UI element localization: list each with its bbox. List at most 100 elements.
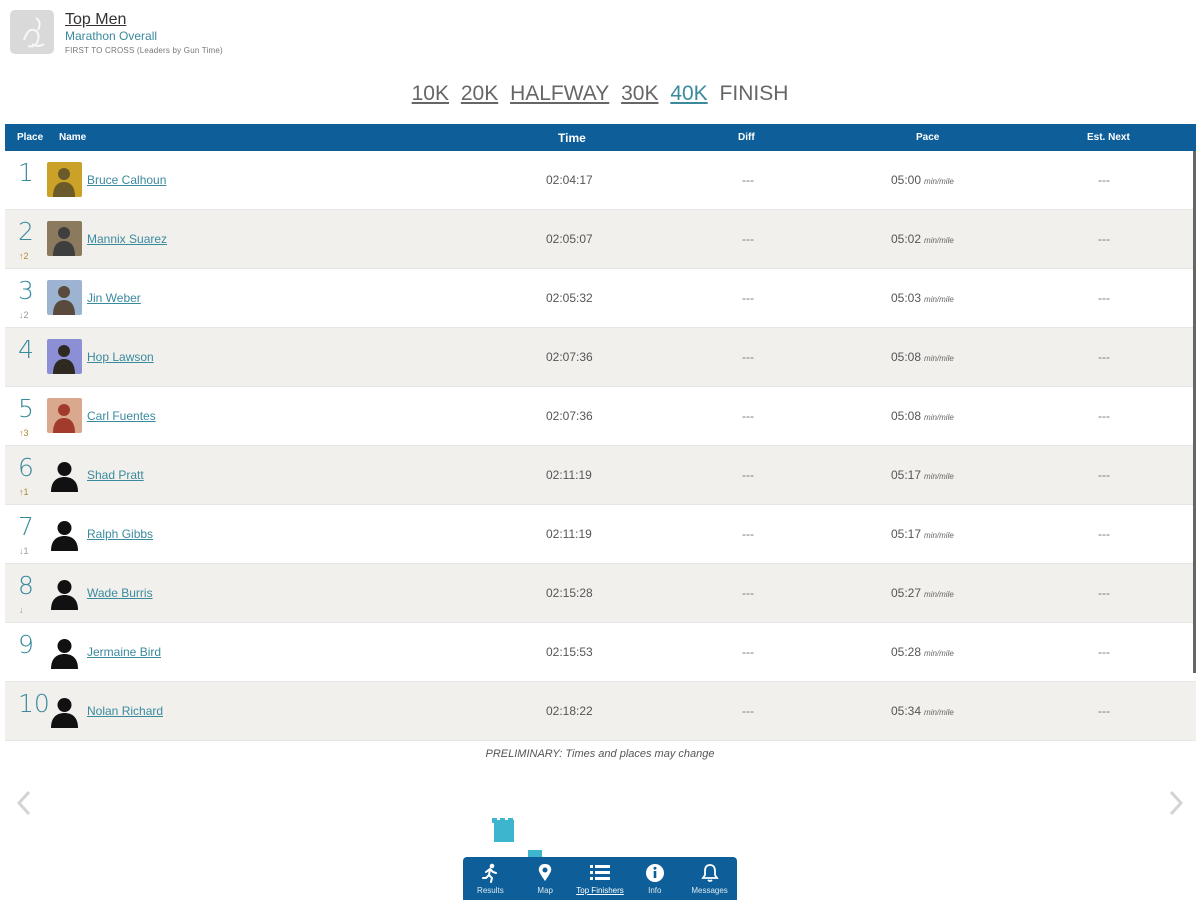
split-halfway[interactable]: HALFWAY	[510, 82, 609, 105]
time-value: 02:05:07	[546, 232, 593, 246]
bottom-tab-bar: Results Map Top Finishers Info Messages	[463, 857, 737, 900]
avatar-silhouette-icon	[47, 457, 82, 492]
pace-unit: min/mile	[924, 708, 954, 717]
pace-value: 05:08 min/mile	[891, 409, 954, 423]
tab-map[interactable]: Map	[520, 857, 570, 900]
time-value: 02:04:17	[546, 173, 593, 187]
header-text: Top Men Marathon Overall FIRST TO CROSS …	[65, 10, 223, 60]
est-next-value: ---	[1098, 291, 1110, 305]
page-title[interactable]: Top Men	[65, 10, 223, 29]
runner-name-link[interactable]: Nolan Richard	[87, 704, 163, 718]
split-20k[interactable]: 20K	[461, 82, 498, 105]
pace-value: 05:27 min/mile	[891, 586, 954, 600]
tab-info[interactable]: Info	[630, 857, 680, 900]
diff-value: ---	[742, 586, 754, 600]
tab-messages[interactable]: Messages	[685, 857, 735, 900]
place-number: 9	[18, 630, 34, 659]
time-value: 02:05:32	[546, 291, 593, 305]
split-finish[interactable]: FINISH	[720, 82, 789, 105]
place-number: 8	[18, 571, 34, 600]
table-row: 2 ↑2 Mannix Suarez 02:05:07 --- 05:02 min…	[5, 210, 1196, 269]
place-number: 3	[18, 276, 34, 305]
table-row: 6 ↑1 Shad Pratt 02:11:19 --- 05:17 min/mi…	[5, 446, 1196, 505]
time-value: 02:11:19	[546, 527, 592, 541]
runner-name-link[interactable]: Bruce Calhoun	[87, 173, 166, 187]
pace-unit: min/mile	[924, 590, 954, 599]
diff-value: ---	[742, 232, 754, 246]
pace-number: 05:17	[891, 527, 922, 541]
diff-value: ---	[742, 350, 754, 364]
chevron-right-icon[interactable]	[1166, 788, 1186, 826]
avatar[interactable]	[47, 339, 82, 374]
split-40k[interactable]: 40K	[670, 82, 707, 105]
pace-unit: min/mile	[924, 354, 954, 363]
pace-unit: min/mile	[924, 649, 954, 658]
est-next-value: ---	[1098, 527, 1110, 541]
split-30k[interactable]: 30K	[621, 82, 658, 105]
runner-name-link[interactable]: Mannix Suarez	[87, 232, 167, 246]
avatar-silhouette-icon	[47, 575, 82, 610]
results-table: Place Name Time Diff Pace Est. Next 1 Br…	[5, 124, 1196, 741]
runner-icon	[482, 863, 498, 883]
est-next-value: ---	[1098, 173, 1110, 187]
pace-unit: min/mile	[924, 531, 954, 540]
pace-number: 05:27	[891, 586, 922, 600]
col-time: Time	[558, 131, 586, 145]
col-place: Place	[17, 132, 44, 143]
avatar-silhouette-icon	[47, 693, 82, 728]
runner-name-link[interactable]: Carl Fuentes	[87, 409, 156, 423]
est-next-value: ---	[1098, 645, 1110, 659]
diff-value: ---	[742, 645, 754, 659]
table-scrollbar[interactable]	[1193, 151, 1196, 673]
runner-name-link[interactable]: Shad Pratt	[87, 468, 144, 482]
place-number: 4	[18, 335, 34, 364]
event-header: Top Men Marathon Overall FIRST TO CROSS …	[10, 10, 223, 60]
pace-number: 05:17	[891, 468, 922, 482]
pace-unit: min/mile	[924, 413, 954, 422]
avatar-silhouette-icon	[47, 516, 82, 551]
diff-value: ---	[742, 468, 754, 482]
pace-number: 05:00	[891, 173, 922, 187]
pace-value: 05:17 min/mile	[891, 468, 954, 482]
runner-name-link[interactable]: Jin Weber	[87, 291, 141, 305]
place-change: ↑1	[19, 487, 29, 497]
event-logo[interactable]	[10, 10, 54, 54]
runner-name-link[interactable]: Jermaine Bird	[87, 645, 161, 659]
split-10k[interactable]: 10K	[412, 82, 449, 105]
est-next-value: ---	[1098, 409, 1110, 423]
time-value: 02:07:36	[546, 350, 593, 364]
avatar[interactable]	[47, 280, 82, 315]
table-row: 7 ↓1 Ralph Gibbs 02:11:19 --- 05:17 min/m…	[5, 505, 1196, 564]
time-value: 02:07:36	[546, 409, 593, 423]
ranking-note: FIRST TO CROSS (Leaders by Gun Time)	[65, 46, 223, 55]
pace-value: 05:02 min/mile	[891, 232, 954, 246]
table-row: 10 Nolan Richard 02:18:22 --- 05:34 min/m…	[5, 682, 1196, 741]
place-number: 6	[18, 453, 34, 482]
diff-value: ---	[742, 409, 754, 423]
time-value: 02:18:22	[546, 704, 593, 718]
avatar[interactable]	[47, 398, 82, 433]
diff-value: ---	[742, 291, 754, 305]
tab-info-label: Info	[648, 886, 662, 895]
tab-results[interactable]: Results	[465, 857, 515, 900]
col-name: Name	[59, 132, 87, 143]
avatar[interactable]	[47, 162, 82, 197]
table-row: 4 Hop Lawson 02:07:36 --- 05:08 min/mile …	[5, 328, 1196, 387]
pace-value: 05:03 min/mile	[891, 291, 954, 305]
runner-name-link[interactable]: Ralph Gibbs	[87, 527, 153, 541]
time-value: 02:15:53	[546, 645, 593, 659]
pace-number: 05:02	[891, 232, 922, 246]
tab-messages-label: Messages	[691, 886, 728, 895]
runner-name-link[interactable]: Hop Lawson	[87, 350, 154, 364]
pace-number: 05:08	[891, 409, 922, 423]
tab-top-finishers[interactable]: Top Finishers	[575, 857, 625, 900]
avatar[interactable]	[47, 221, 82, 256]
runner-name-link[interactable]: Wade Burris	[87, 586, 153, 600]
pace-value: 05:08 min/mile	[891, 350, 954, 364]
est-next-value: ---	[1098, 704, 1110, 718]
pace-number: 05:03	[891, 291, 922, 305]
place-change: ↓	[19, 605, 24, 615]
col-est-next: Est. Next	[1087, 132, 1130, 143]
chevron-left-icon[interactable]	[14, 788, 34, 826]
runner-logo-icon	[23, 17, 45, 48]
